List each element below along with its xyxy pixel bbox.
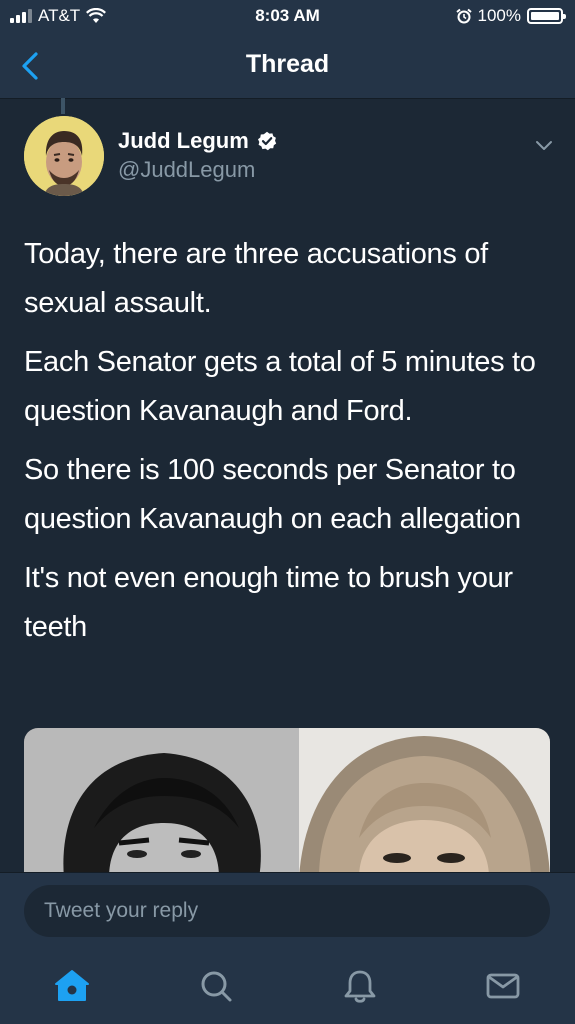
search-icon[interactable]	[196, 966, 236, 1006]
photo-portrait-woman	[299, 728, 550, 878]
status-bar: AT&T 8:03 AM 100%	[0, 0, 575, 34]
chevron-down-icon[interactable]	[533, 134, 555, 156]
photo-portrait-man	[24, 728, 299, 878]
home-icon[interactable]	[52, 966, 92, 1006]
media-photo-left[interactable]	[24, 728, 299, 878]
battery-percent: 100%	[477, 6, 521, 25]
author-name-label: Judd Legum	[118, 128, 249, 153]
tweet-paragraph: So there is 100 seconds per Senator to q…	[24, 454, 521, 535]
media-photo-right[interactable]	[299, 728, 550, 878]
messages-icon[interactable]	[483, 966, 523, 1006]
tweet-media[interactable]	[24, 728, 550, 878]
author-handle[interactable]: @JuddLegum	[118, 157, 255, 183]
reply-bar	[0, 872, 575, 949]
verified-badge-icon	[257, 131, 276, 151]
notifications-icon[interactable]	[340, 966, 380, 1006]
thread-connector-line	[61, 98, 65, 114]
status-right: 100%	[455, 6, 566, 26]
nav-bar: Thread	[0, 34, 575, 99]
page-title: Thread	[245, 50, 330, 78]
tweet-text: Today, there are three accusations of se…	[24, 230, 554, 662]
author-name[interactable]: Judd Legum	[118, 128, 277, 154]
avatar[interactable]	[24, 116, 104, 196]
tweet-paragraph: Each Senator gets a total of 5 minutes t…	[24, 346, 536, 427]
tweet-paragraph: It's not even enough time to brush your …	[24, 562, 513, 643]
tab-bar	[0, 948, 575, 1024]
reply-input[interactable]	[24, 885, 550, 937]
alarm-icon	[455, 8, 472, 24]
avatar-portrait	[24, 116, 104, 196]
tweet-paragraph: Today, there are three accusations of se…	[24, 238, 488, 319]
battery-icon	[527, 8, 566, 24]
